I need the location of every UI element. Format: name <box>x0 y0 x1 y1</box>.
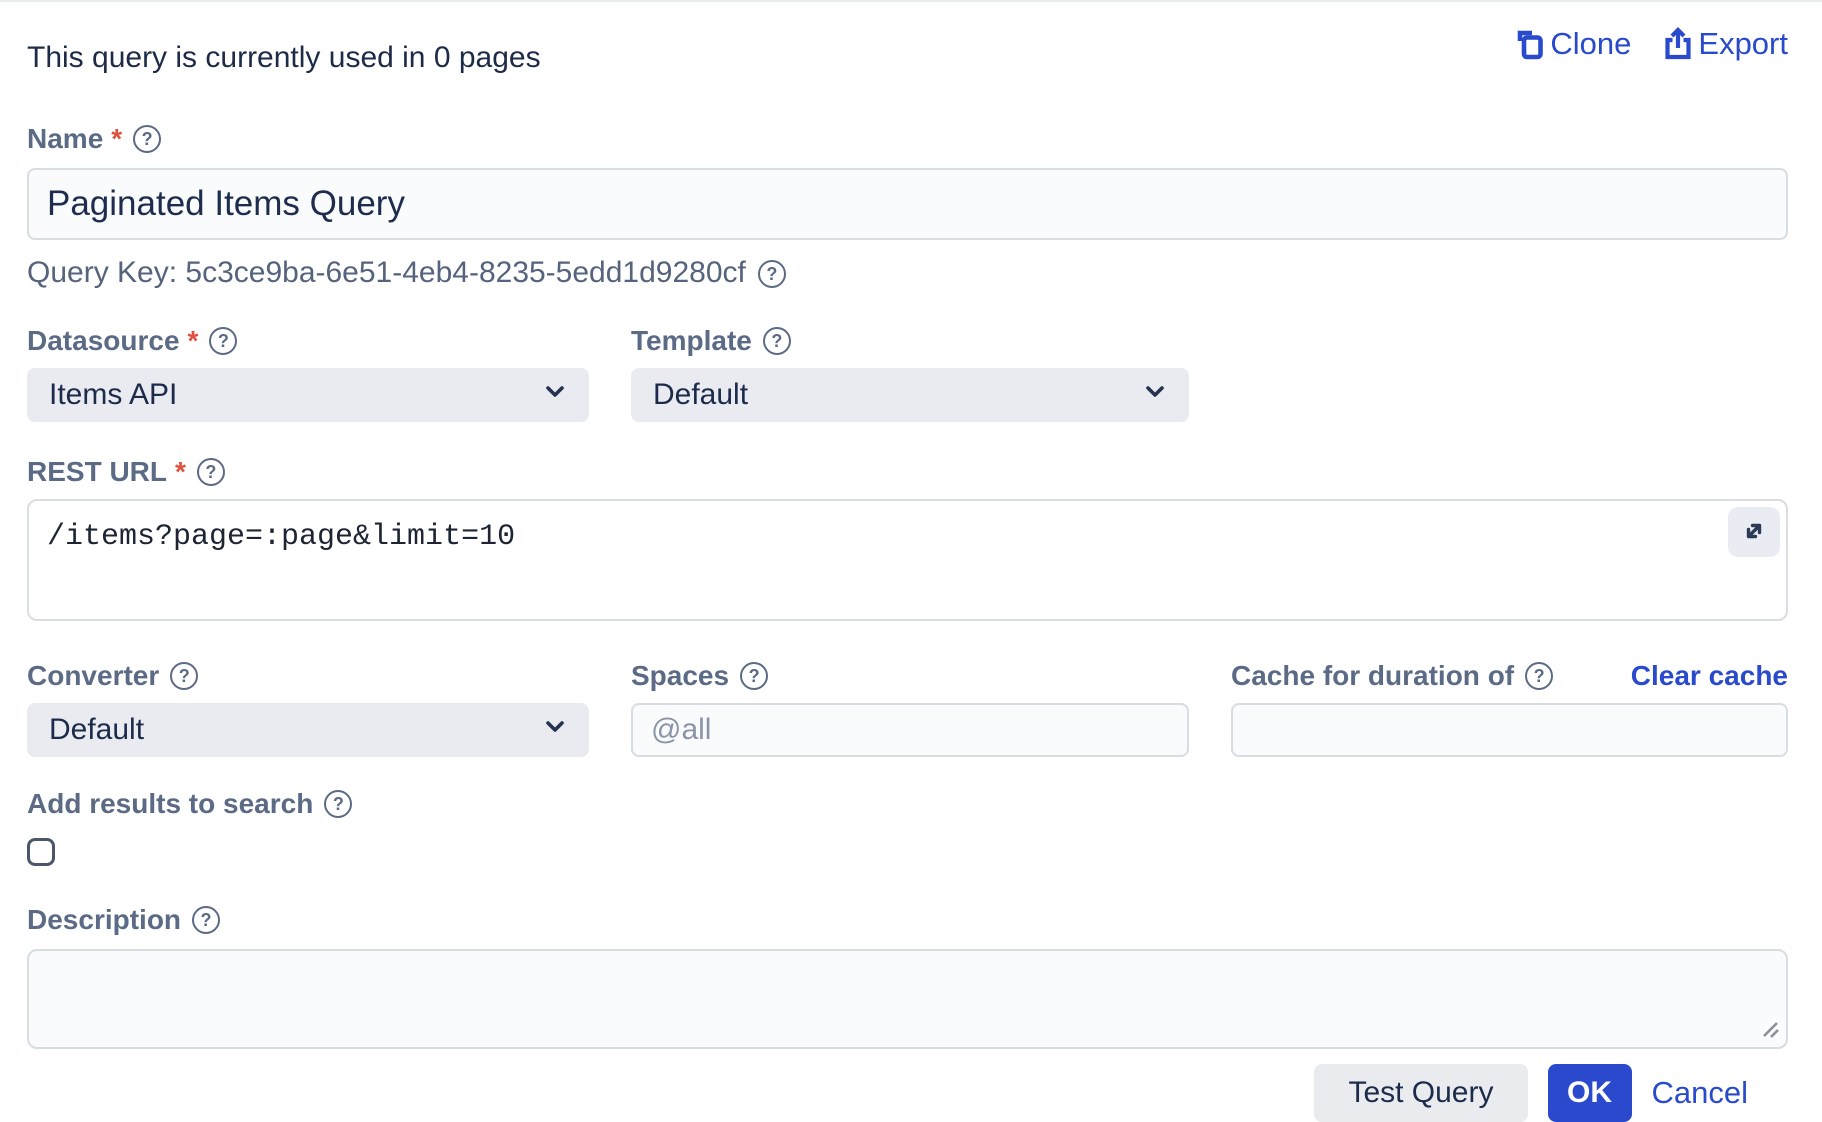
expand-icon <box>1738 515 1770 550</box>
template-field: Template ? Default <box>631 324 1189 422</box>
export-label: Export <box>1698 26 1788 62</box>
template-label: Template <box>631 324 752 358</box>
spaces-help-icon[interactable]: ? <box>740 662 768 690</box>
template-help-icon[interactable]: ? <box>763 327 791 355</box>
query-key-help-icon[interactable]: ? <box>758 260 786 288</box>
datasource-selected-value: Items API <box>49 378 177 412</box>
template-select[interactable]: Default <box>631 368 1189 422</box>
rest-url-editor: /items?page=:page&limit=10 <box>27 499 1788 626</box>
description-label-row: Description ? <box>27 903 1788 937</box>
clone-icon <box>1513 27 1547 61</box>
datasource-select[interactable]: Items API <box>27 368 589 422</box>
spaces-label: Spaces <box>631 659 729 693</box>
cache-field: Cache for duration of ? Clear cache <box>1231 659 1788 757</box>
footer-actions: Test Query OK Cancel <box>27 1064 1788 1122</box>
cache-label-group: Cache for duration of ? <box>1231 659 1553 693</box>
description-editor <box>27 949 1788 1054</box>
cache-duration-input[interactable] <box>1231 703 1788 757</box>
chevron-down-icon <box>541 712 569 748</box>
converter-spaces-cache-row: Converter ? Default Spaces ? <box>27 659 1788 757</box>
converter-selected-value: Default <box>49 713 144 747</box>
required-marker: * <box>111 122 122 156</box>
query-key-text: Query Key: 5c3ce9ba-6e51-4eb4-8235-5edd1… <box>27 256 746 290</box>
rest-url-textarea[interactable]: /items?page=:page&limit=10 <box>27 499 1788 621</box>
converter-select[interactable]: Default <box>27 703 589 757</box>
rest-url-help-icon[interactable]: ? <box>197 458 225 486</box>
converter-help-icon[interactable]: ? <box>170 662 198 690</box>
expand-editor-button[interactable] <box>1728 507 1780 557</box>
name-field-label-row: Name * ? <box>27 122 1788 156</box>
name-input[interactable] <box>27 168 1788 240</box>
ok-button[interactable]: OK <box>1548 1064 1632 1122</box>
name-help-icon[interactable]: ? <box>133 125 161 153</box>
template-label-row: Template ? <box>631 324 1189 358</box>
export-icon <box>1661 27 1695 61</box>
chevron-down-icon <box>541 377 569 413</box>
add-to-search-help-icon[interactable]: ? <box>324 790 352 818</box>
add-to-search-label: Add results to search <box>27 787 313 821</box>
query-form: Name * ? Query Key: 5c3ce9ba-6e51-4eb4-8… <box>27 122 1788 1054</box>
cache-help-icon[interactable]: ? <box>1525 662 1553 690</box>
datasource-template-row: Datasource * ? Items API Template ? Defa… <box>27 324 1788 422</box>
spaces-label-row: Spaces ? <box>631 659 1189 693</box>
cancel-link[interactable]: Cancel <box>1652 1075 1749 1111</box>
clone-label: Clone <box>1550 26 1631 62</box>
converter-field: Converter ? Default <box>27 659 589 757</box>
name-label: Name <box>27 122 103 156</box>
add-to-search-checkbox[interactable] <box>27 838 55 866</box>
clone-button[interactable]: Clone <box>1513 26 1631 62</box>
topbar-actions: Clone Export <box>1513 26 1788 62</box>
description-textarea[interactable] <box>27 949 1788 1049</box>
cache-label: Cache for duration of <box>1231 659 1514 693</box>
topbar: This query is currently used in 0 pages … <box>27 26 1788 76</box>
cache-label-row: Cache for duration of ? Clear cache <box>1231 659 1788 693</box>
required-marker: * <box>188 324 199 358</box>
spaces-input[interactable] <box>631 703 1189 757</box>
converter-label: Converter <box>27 659 159 693</box>
query-key-row: Query Key: 5c3ce9ba-6e51-4eb4-8235-5edd1… <box>27 256 1788 290</box>
description-help-icon[interactable]: ? <box>192 906 220 934</box>
rest-url-label: REST URL <box>27 455 167 489</box>
rest-url-label-row: REST URL * ? <box>27 455 1788 489</box>
converter-label-row: Converter ? <box>27 659 589 693</box>
required-marker: * <box>175 455 186 489</box>
add-to-search-label-row: Add results to search ? <box>27 787 1788 821</box>
datasource-label-row: Datasource * ? <box>27 324 589 358</box>
chevron-down-icon <box>1141 377 1169 413</box>
description-label: Description <box>27 903 181 937</box>
export-button[interactable]: Export <box>1661 26 1788 62</box>
test-query-button[interactable]: Test Query <box>1314 1064 1527 1122</box>
spaces-field: Spaces ? <box>631 659 1189 757</box>
datasource-help-icon[interactable]: ? <box>209 327 237 355</box>
usage-text: This query is currently used in 0 pages <box>27 40 541 76</box>
datasource-label: Datasource <box>27 324 180 358</box>
template-selected-value: Default <box>653 378 748 412</box>
clear-cache-link[interactable]: Clear cache <box>1631 660 1788 692</box>
datasource-field: Datasource * ? Items API <box>27 324 589 422</box>
